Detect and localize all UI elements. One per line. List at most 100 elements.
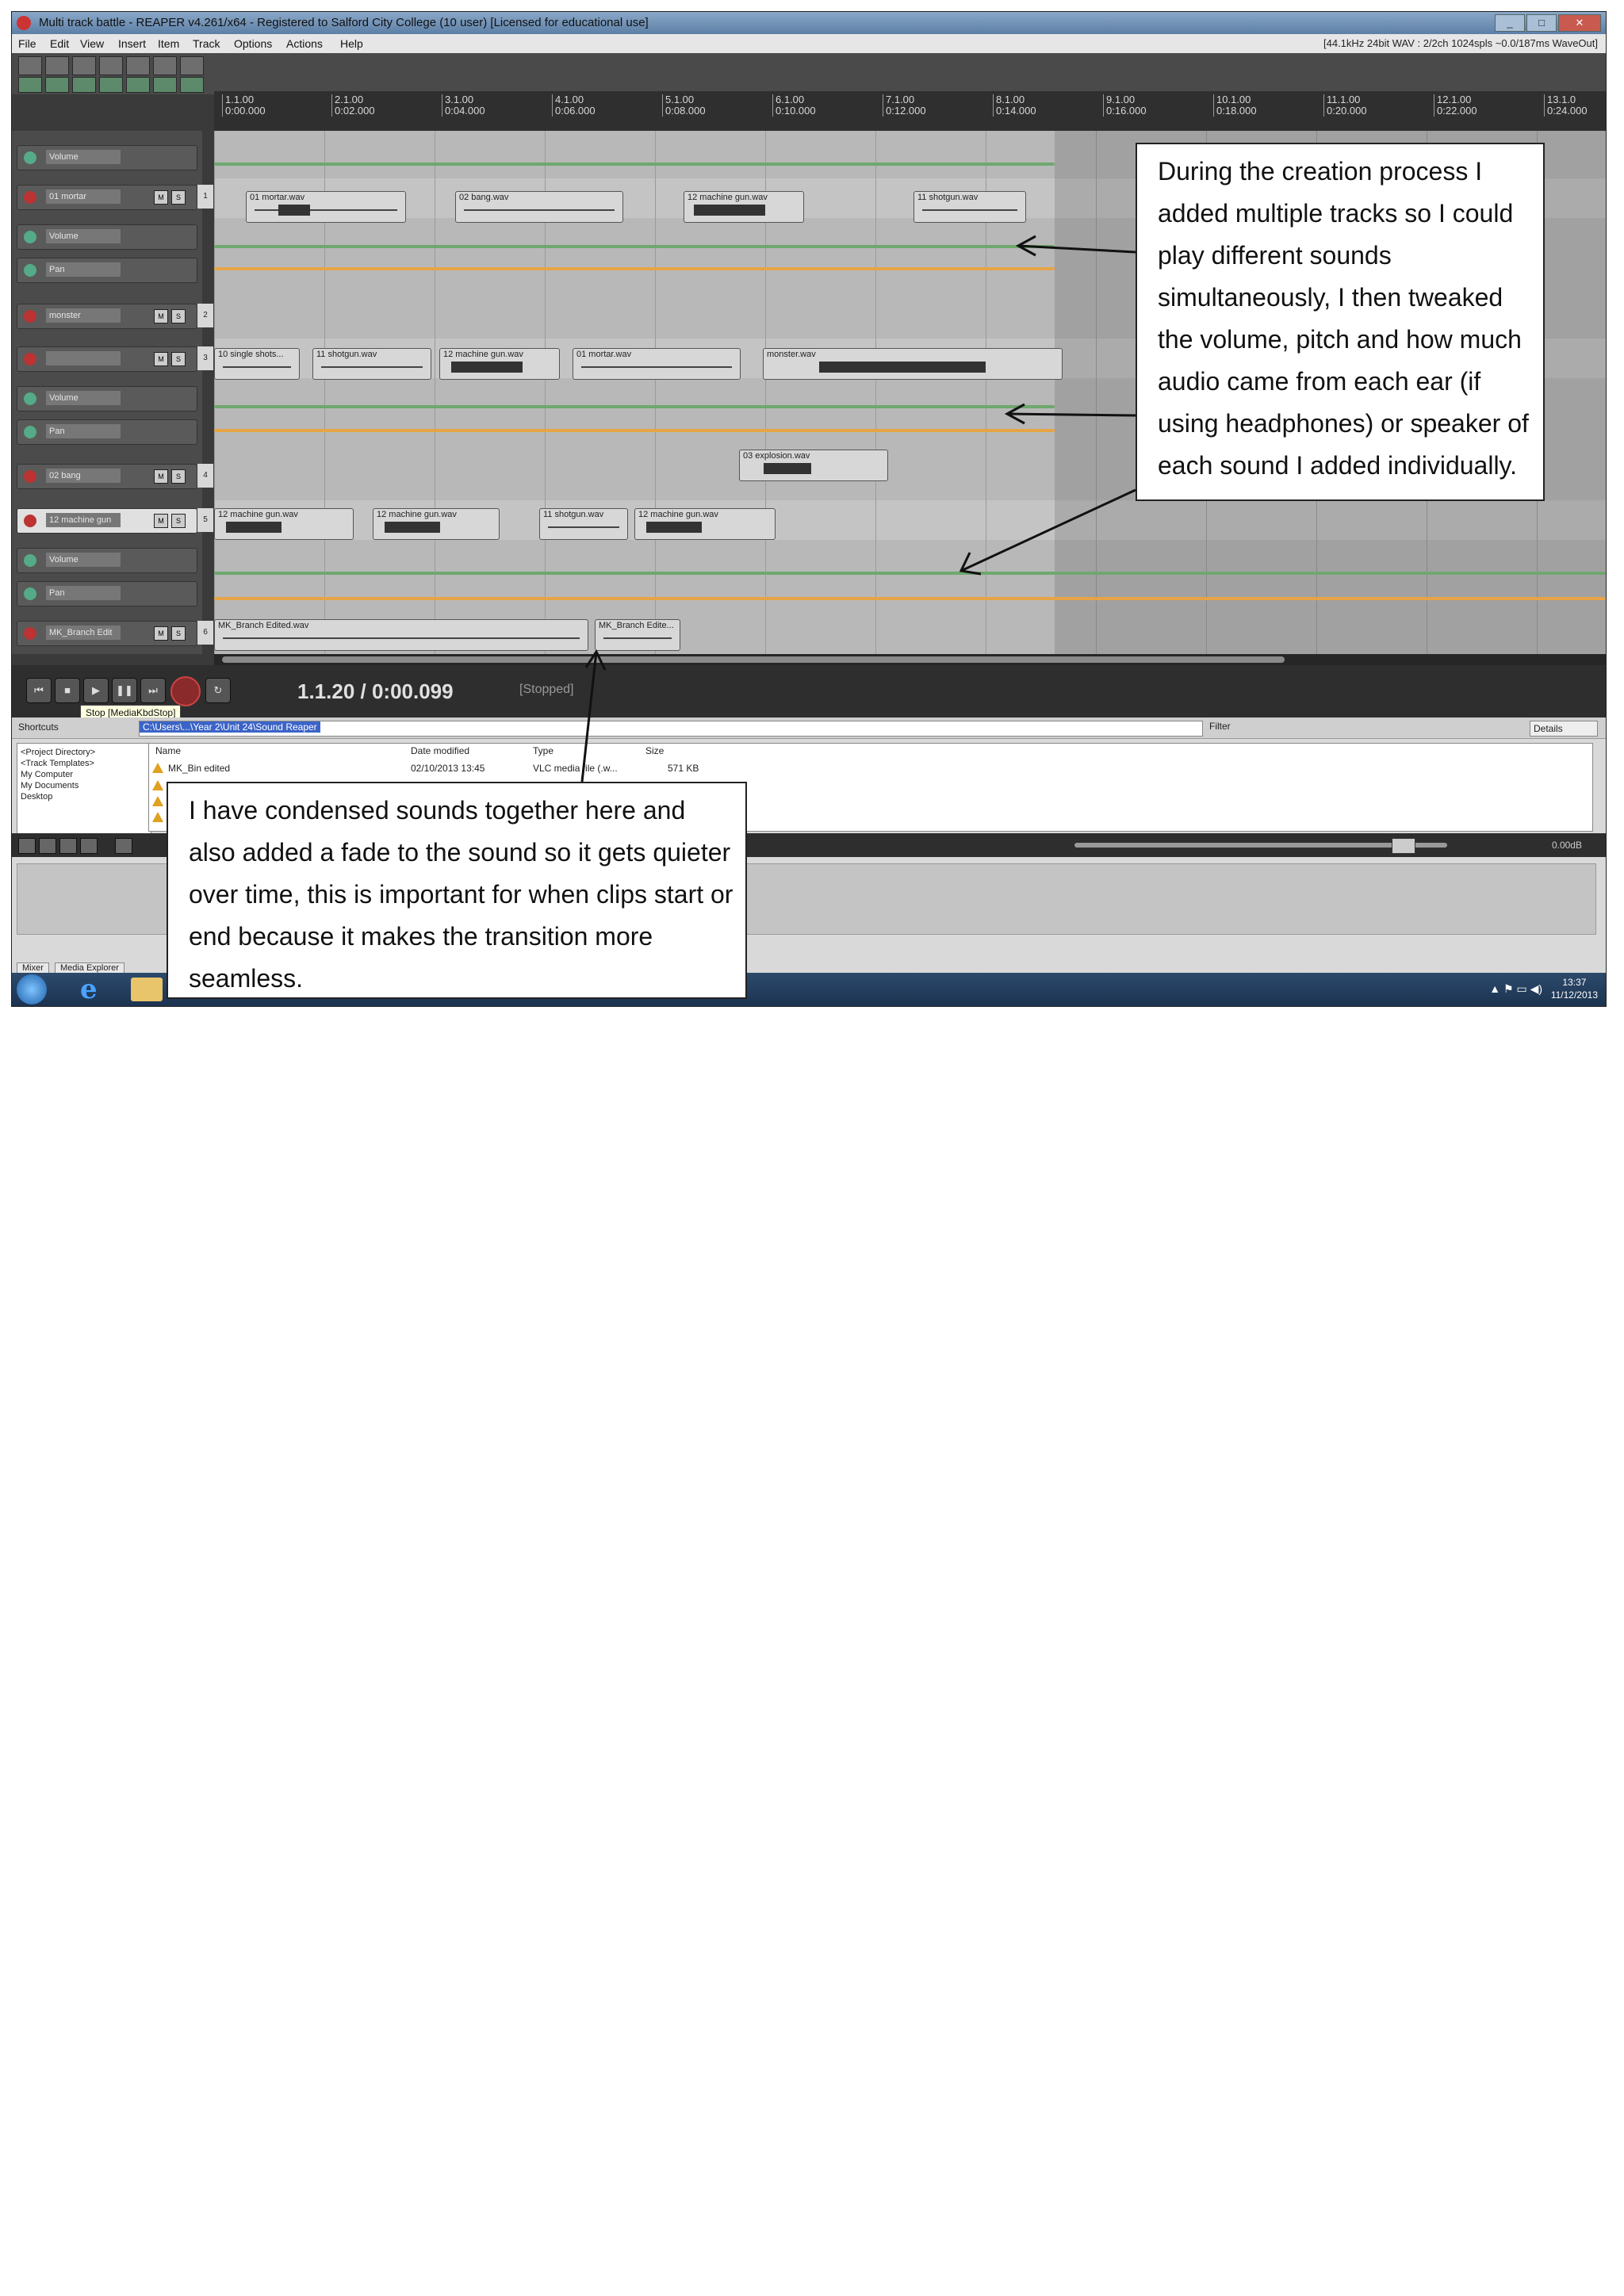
media-item[interactable]: 01 mortar.wav (573, 348, 741, 380)
envelope-icon[interactable] (24, 426, 36, 438)
shortcut-item[interactable]: Desktop (21, 791, 147, 802)
save-project-icon[interactable] (72, 56, 96, 75)
envelope-icon[interactable] (24, 587, 36, 600)
volume-envelope[interactable] (214, 163, 1055, 166)
go-to-end-button[interactable]: ⏭ (140, 678, 166, 703)
media-item[interactable]: monster.wav (763, 348, 1063, 380)
grid-toggle-icon[interactable] (18, 77, 42, 93)
menu-insert[interactable]: Insert (118, 37, 146, 50)
shortcut-item[interactable]: <Track Templates> (21, 758, 147, 769)
track-name[interactable]: Pan (46, 262, 121, 277)
go-to-start-button[interactable]: ⏮ (26, 678, 52, 703)
record-arm-icon[interactable] (24, 353, 36, 365)
media-item[interactable]: 11 shotgun.wav (539, 508, 628, 540)
preview-loop-button[interactable] (80, 838, 98, 854)
volume-envelope[interactable] (214, 405, 1055, 408)
menu-track[interactable]: Track (193, 37, 220, 50)
media-item[interactable]: 03 explosion.wav (739, 450, 888, 481)
envelope-icon[interactable] (24, 231, 36, 243)
file-name[interactable]: MK_Bin edited (168, 763, 230, 774)
metronome-icon[interactable] (180, 56, 204, 75)
track-name[interactable]: MK_Branch Edit (46, 626, 121, 640)
preview-pause-button[interactable] (39, 838, 56, 854)
track-header-selected[interactable]: 12 machine gun M S (17, 508, 197, 534)
repeat-toggle-icon[interactable]: ↻ (205, 678, 231, 703)
ripple-edit-icon[interactable] (72, 77, 96, 93)
track-header[interactable]: 02 bang M S (17, 464, 197, 489)
auto-play-toggle[interactable] (115, 838, 132, 854)
track-header[interactable]: Volume (17, 145, 197, 170)
horizontal-scrollbar[interactable] (214, 654, 1606, 665)
record-arm-icon[interactable] (24, 470, 36, 483)
column-header[interactable]: Size (645, 745, 664, 756)
auto-crossfade-icon[interactable] (153, 77, 177, 93)
media-item[interactable]: 01 mortar.wav (246, 191, 406, 223)
track-name[interactable]: Volume (46, 391, 121, 405)
taskbar-clock[interactable]: 13:37 11/12/2013 (1551, 976, 1598, 1001)
solo-button[interactable]: S (171, 626, 186, 641)
record-arm-icon[interactable] (24, 627, 36, 640)
close-button[interactable]: ✕ (1558, 14, 1601, 32)
track-name[interactable]: Pan (46, 586, 121, 600)
solo-button[interactable]: S (171, 469, 186, 484)
solo-button[interactable]: S (171, 190, 186, 205)
track-header[interactable]: Volume (17, 548, 197, 573)
play-button[interactable]: ▶ (83, 678, 109, 703)
track-name[interactable]: Volume (46, 229, 121, 243)
track-header[interactable]: MS (17, 346, 197, 372)
mute-button[interactable]: M (154, 352, 168, 366)
shortcut-item[interactable]: My Documents (21, 780, 147, 791)
column-header[interactable]: Name (155, 745, 181, 756)
pan-envelope[interactable] (214, 267, 1055, 270)
menu-file[interactable]: File (18, 37, 36, 50)
track-header[interactable]: 01 mortar M S (17, 185, 197, 210)
record-arm-icon[interactable] (24, 191, 36, 204)
path-field[interactable]: C:\Users\...\Year 2\Unit 24\Sound Reaper (139, 721, 1203, 737)
record-button[interactable] (170, 676, 201, 706)
media-item[interactable]: 12 machine gun.wav (684, 191, 804, 223)
undo-icon[interactable] (126, 56, 150, 75)
menu-view[interactable]: View (80, 37, 104, 50)
media-item[interactable]: 10 single shots... (214, 348, 300, 380)
internet-explorer-icon[interactable]: e (80, 976, 98, 1003)
pan-envelope[interactable] (214, 597, 1606, 600)
timeline-ruler[interactable]: 1.1.00 0:00.000 2.1.00 0:02.000 3.1.00 0:04… (214, 91, 1606, 131)
preview-play-button[interactable] (18, 838, 36, 854)
track-header[interactable]: Pan (17, 581, 197, 607)
view-mode-select[interactable]: Details (1530, 721, 1598, 737)
preview-volume-knob[interactable] (1392, 838, 1415, 854)
lock-icon[interactable] (180, 77, 204, 93)
media-item[interactable]: 12 machine gun.wav (634, 508, 776, 540)
media-item[interactable]: MK_Branch Edite... (595, 619, 680, 651)
tab-mixer[interactable]: Mixer (17, 962, 49, 974)
track-name[interactable]: monster (46, 308, 121, 323)
media-item[interactable]: 12 machine gun.wav (373, 508, 500, 540)
media-item[interactable]: 02 bang.wav (455, 191, 623, 223)
file-explorer-icon[interactable] (131, 978, 163, 1001)
maximize-button[interactable]: □ (1526, 14, 1557, 32)
track-header[interactable]: Volume (17, 386, 197, 411)
menu-item[interactable]: Item (158, 37, 179, 50)
menu-edit[interactable]: Edit (50, 37, 69, 50)
track-name[interactable]: 02 bang (46, 469, 121, 483)
menu-help[interactable]: Help (340, 37, 363, 50)
volume-envelope[interactable] (214, 572, 1606, 575)
envelope-icon[interactable] (24, 151, 36, 164)
redo-icon[interactable] (153, 56, 177, 75)
start-button[interactable] (17, 974, 47, 1004)
solo-button[interactable]: S (171, 352, 186, 366)
media-item[interactable]: 12 machine gun.wav (439, 348, 560, 380)
column-header[interactable]: Date modified (411, 745, 469, 756)
shortcut-item[interactable]: <Project Directory> (21, 747, 147, 758)
track-header[interactable]: monster M S (17, 304, 197, 329)
item-grouping-icon[interactable] (99, 77, 123, 93)
track-header[interactable]: Volume (17, 224, 197, 250)
stop-button[interactable]: ■ (55, 678, 80, 703)
solo-button[interactable]: S (171, 309, 186, 323)
mute-button[interactable]: M (154, 514, 168, 528)
media-item[interactable]: 11 shotgun.wav (914, 191, 1026, 223)
record-arm-icon[interactable] (24, 515, 36, 527)
system-tray[interactable]: ▲ ⚑ ▭ ◀) (1489, 982, 1542, 996)
shortcut-item[interactable]: My Computer (21, 769, 147, 780)
media-item[interactable]: MK_Branch Edited.wav (214, 619, 588, 651)
